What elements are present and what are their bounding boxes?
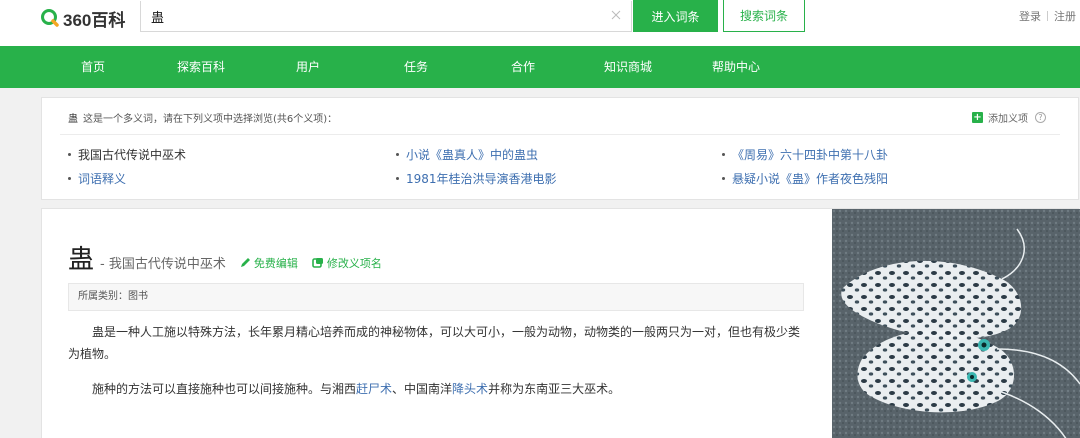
nav-users[interactable]: 用户 <box>296 46 320 88</box>
disambiguation-keyword: 蛊 <box>68 114 78 125</box>
article-image[interactable] <box>832 209 1080 438</box>
body-paragraph: 施种的方法可以直接施种也可以间接施种。与湘西赶尸术、中国南洋降头术并称为东南亚三… <box>68 378 808 400</box>
paragraph-text: 施种的方法可以直接施种也可以间接施种。与湘西 <box>92 382 357 396</box>
search-box <box>140 1 632 32</box>
sense-item[interactable]: 《周易》六十四卦中第十八卦 <box>722 146 888 163</box>
sense-label: 悬疑小说《蛊》作者夜色残阳 <box>732 172 889 186</box>
rename-sense-link[interactable]: 修改义项名 <box>312 255 382 271</box>
add-sense-label: 添加义项 <box>988 114 1028 125</box>
link-jiangtou[interactable]: 降头术 <box>452 382 488 396</box>
bullet <box>722 153 725 156</box>
bullet <box>68 153 71 156</box>
bullet <box>68 177 71 180</box>
free-edit-link[interactable]: 免费编辑 <box>240 255 298 271</box>
sense-item-current: 我国古代传说中巫术 <box>68 146 186 163</box>
divider <box>1047 11 1048 21</box>
page-title: 蛊 <box>68 245 95 275</box>
360-logo-icon <box>41 9 59 27</box>
sense-item[interactable]: 小说《蛊真人》中的蛊虫 <box>396 146 538 163</box>
register-link[interactable]: 注册 <box>1054 8 1076 24</box>
enter-entry-button[interactable]: 进入词条 <box>633 0 718 32</box>
title-row: 蛊 - 我国古代传说中巫术 免费编辑 修改义项名 <box>68 239 382 276</box>
disambiguation-header: 蛊这是一个多义词，请在下列义项中选择浏览(共6个义项)： <box>68 110 337 125</box>
nav-help-center[interactable]: 帮助中心 <box>712 46 760 88</box>
nav-knowledge-mall[interactable]: 知识商城 <box>604 46 652 88</box>
disambiguation-panel: 蛊这是一个多义词，请在下列义项中选择浏览(共6个义项)： + 添加义项 ? 我国… <box>41 97 1079 200</box>
paragraph-text: 并称为东南亚三大巫术。 <box>488 382 621 396</box>
help-icon[interactable]: ? <box>1035 112 1046 123</box>
user-links: 登录 注册 <box>1019 8 1076 24</box>
link-ganshi[interactable]: 赶尸术 <box>356 382 392 396</box>
close-icon[interactable] <box>610 9 622 21</box>
site-logo[interactable]: 360百科 <box>40 7 126 30</box>
nav-cooperation[interactable]: 合作 <box>511 46 535 88</box>
login-link[interactable]: 登录 <box>1019 8 1041 24</box>
article-card: 蛊 - 我国古代传说中巫术 免费编辑 修改义项名 所属类别：图书 蛊是一种人工施… <box>41 208 1080 438</box>
bullet <box>396 153 399 156</box>
nav-explore[interactable]: 探索百科 <box>177 46 225 88</box>
logo-text: 360百科 <box>63 10 126 30</box>
nav-tasks[interactable]: 任务 <box>404 46 428 88</box>
sense-item[interactable]: 悬疑小说《蛊》作者夜色残阳 <box>722 170 888 187</box>
category-bar: 所属类别：图书 <box>68 283 804 311</box>
top-header: 360百科 进入词条 搜索词条 登录 注册 <box>0 0 1080 46</box>
disambiguation-intro: 这是一个多义词，请在下列义项中选择浏览(共6个义项)： <box>83 114 338 125</box>
sense-label: 《周易》六十四卦中第十八卦 <box>732 148 889 162</box>
bullet <box>722 177 725 180</box>
summary-paragraph: 蛊是一种人工施以特殊方法，长年累月精心培养而成的神秘物体，可以大可小，一般为动物… <box>68 325 801 361</box>
sense-label: 1981年桂治洪导演香港电影 <box>406 172 557 186</box>
article-photo <box>832 209 1080 438</box>
sense-item[interactable]: 1981年桂治洪导演香港电影 <box>396 170 557 187</box>
search-input[interactable] <box>151 1 591 31</box>
pencil-icon <box>240 258 250 267</box>
search-entry-button[interactable]: 搜索词条 <box>723 0 805 32</box>
bullet <box>396 177 399 180</box>
page-subtitle: - 我国古代传说中巫术 <box>100 257 226 272</box>
nav-home[interactable]: 首页 <box>81 46 105 88</box>
sense-item[interactable]: 词语释义 <box>68 170 126 187</box>
paragraph-text: 、中国南洋 <box>392 382 453 396</box>
divider <box>60 134 1060 135</box>
sense-label: 小说《蛊真人》中的蛊虫 <box>406 148 539 162</box>
plus-icon: + <box>972 112 983 123</box>
add-sense-button[interactable]: + 添加义项 ? <box>972 110 1046 125</box>
sense-label: 词语释义 <box>78 172 127 186</box>
main-nav: 首页 探索百科 用户 任务 合作 知识商城 帮助中心 <box>0 46 1080 88</box>
rename-label: 修改义项名 <box>326 256 382 270</box>
rename-icon <box>312 258 323 268</box>
free-edit-label: 免费编辑 <box>253 256 298 270</box>
sense-label: 我国古代传说中巫术 <box>78 148 187 162</box>
